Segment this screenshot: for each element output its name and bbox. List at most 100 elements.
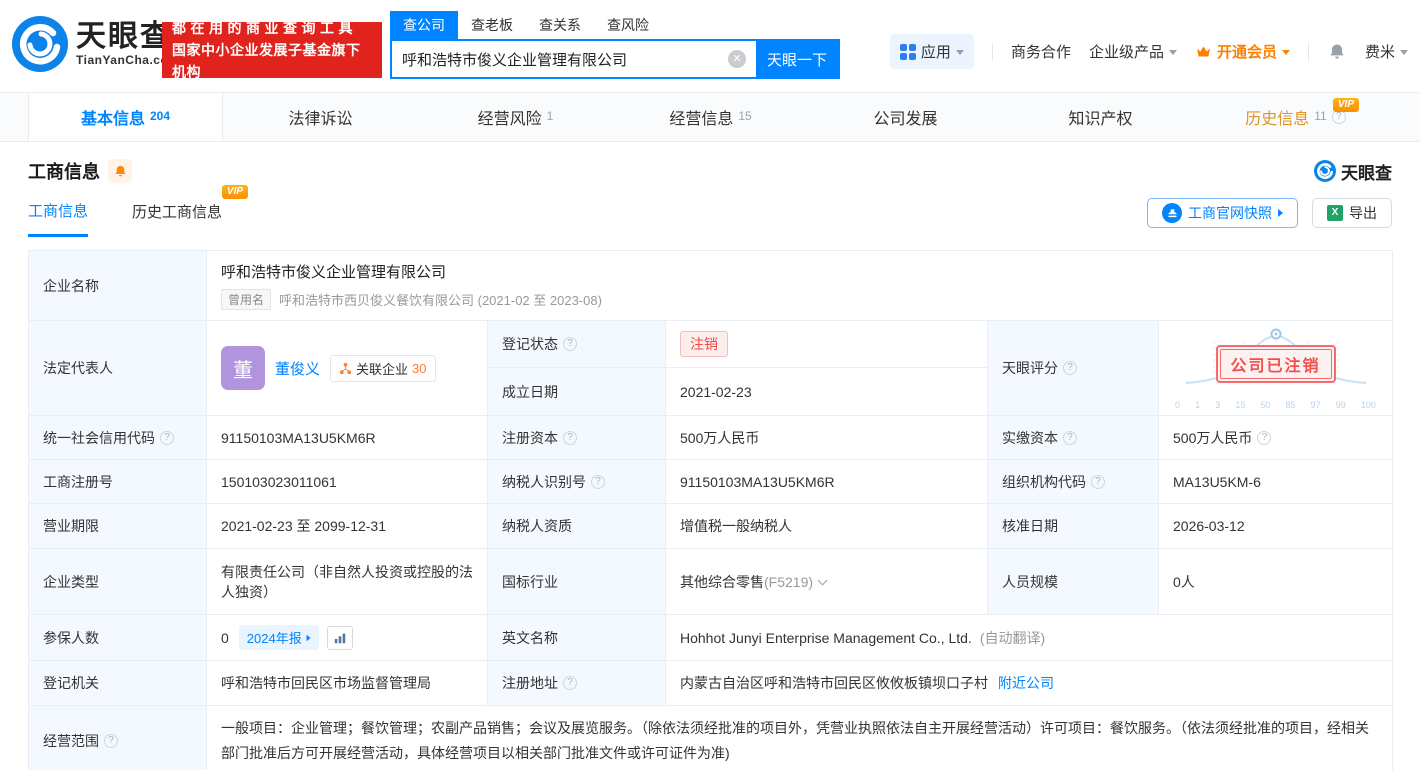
- field-label: 企业类型: [29, 549, 207, 614]
- auto-translate-note: (自动翻译): [979, 629, 1046, 646]
- related-companies-badge[interactable]: 关联企业 30: [330, 354, 436, 382]
- field-label: 纳税人识别号: [488, 460, 666, 503]
- insured-count: 0: [221, 629, 229, 646]
- field-label: 登记机关: [29, 661, 207, 705]
- trend-chart-button[interactable]: [326, 625, 353, 650]
- tab-basic-info[interactable]: 基本信息 204: [28, 93, 223, 141]
- staff-size-cell: 0人: [1173, 573, 1195, 590]
- field-label: 企业名称: [29, 251, 207, 320]
- help-icon[interactable]: [563, 430, 577, 445]
- chevron-down-icon: [1168, 50, 1177, 55]
- field-label: 登记状态: [488, 321, 666, 368]
- field-label: 统一社会信用代码: [29, 416, 207, 459]
- search-tab-boss[interactable]: 查老板: [458, 11, 526, 39]
- field-label: 核准日期: [988, 504, 1159, 548]
- apps-menu[interactable]: 应用: [889, 34, 974, 69]
- label-text: 天眼评分: [1002, 360, 1058, 376]
- open-vip-menu[interactable]: 开通会员: [1195, 41, 1290, 62]
- business-info-table: 企业名称 呼和浩特市俊义企业管理有限公司 曾用名 呼和浩特市西贝俊义餐饮有限公司…: [28, 250, 1393, 770]
- help-icon[interactable]: [1063, 430, 1077, 445]
- annual-report-badge[interactable]: 2024年报: [238, 625, 319, 650]
- bar-chart-icon: [334, 633, 345, 643]
- value-text: 500万人民币: [1173, 429, 1253, 446]
- score-cell: 01 3 15 50 85 97 99 100 公司已注销: [1159, 321, 1392, 415]
- divider: [1307, 42, 1309, 61]
- chevron-down-icon: [955, 50, 964, 55]
- english-name: Hohhot Junyi Enterprise Management Co., …: [680, 629, 972, 646]
- section-title: 工商信息: [28, 162, 100, 182]
- user-menu[interactable]: 费米: [1365, 41, 1408, 62]
- watermark-label: 天眼查: [1341, 163, 1392, 183]
- help-icon[interactable]: [563, 676, 577, 690]
- industry-code: (F5219): [764, 573, 814, 590]
- company-nav-tabs: 基本信息 204 法律诉讼 经营风险 1 经营信息 15 公司发展 知识产权 V…: [0, 92, 1420, 142]
- tab-intellectual-property[interactable]: 知识产权: [1003, 93, 1198, 141]
- help-icon[interactable]: [563, 337, 577, 351]
- search-tab-risk[interactable]: 查风险: [594, 11, 662, 39]
- field-label: 参保人数: [29, 615, 207, 660]
- former-name: 呼和浩特市西贝俊义餐饮有限公司 (2021-02 至 2023-08): [279, 293, 602, 308]
- tab-operation-info[interactable]: 经营信息 15: [613, 93, 808, 141]
- chevron-down-icon[interactable]: [817, 575, 828, 585]
- search-input[interactable]: [392, 41, 728, 77]
- vip-badge: VIP: [1332, 98, 1359, 112]
- field-label: 组织机构代码: [988, 460, 1159, 503]
- avatar[interactable]: 董: [221, 346, 265, 390]
- help-icon[interactable]: [104, 733, 118, 748]
- field-label: 国标行业: [488, 549, 666, 614]
- help-icon[interactable]: [1063, 361, 1077, 375]
- reg-authority-cell: 呼和浩特市回民区市场监督管理局: [207, 661, 488, 705]
- logo-swirl-icon: [12, 16, 68, 72]
- help-icon[interactable]: [1091, 474, 1105, 489]
- tab-legal-proceedings[interactable]: 法律诉讼: [223, 93, 418, 141]
- help-icon[interactable]: [591, 474, 605, 489]
- company-type-cell: 有限责任公司（非自然人投资或控股的法人独资）: [207, 549, 488, 614]
- search-submit-button[interactable]: 天眼一下: [756, 41, 838, 77]
- export-button[interactable]: X 导出: [1312, 198, 1392, 228]
- search-tab-company[interactable]: 查公司: [390, 11, 458, 39]
- monitor-bell-icon[interactable]: [108, 159, 132, 183]
- official-snapshot-button[interactable]: 工商官网快照: [1147, 198, 1298, 228]
- table-row: 统一社会信用代码 91150103MA13U5KM6R 注册资本 500万人民币…: [29, 416, 1392, 460]
- arrow-right-icon: [306, 634, 311, 641]
- cooperation-label: 商务合作: [1010, 44, 1071, 61]
- org-code-cell: MA13U5KM-6: [1173, 473, 1261, 490]
- subtab-business-info[interactable]: 工商信息: [28, 190, 89, 237]
- help-icon[interactable]: [160, 430, 174, 445]
- tab-company-development[interactable]: 公司发展: [808, 93, 1003, 141]
- table-row: 参保人数 0 2024年报 英文名称 Hohhot Junyi Enterpri…: [29, 615, 1392, 661]
- search-tab-relation[interactable]: 查关系: [526, 11, 594, 39]
- tab-history-info[interactable]: VIP 历史信息 11: [1198, 93, 1393, 141]
- table-row: 登记机关 呼和浩特市回民区市场监督管理局 注册地址 内蒙古自治区呼和浩特市回民区…: [29, 661, 1392, 706]
- reg-address-cell: 内蒙古自治区呼和浩特市回民区攸攸板镇坝口子村 附近公司: [666, 661, 1392, 705]
- subtab-history-business-info[interactable]: 历史工商信息 VIP: [132, 185, 249, 235]
- enterprise-products-label: 企业级产品: [1088, 44, 1164, 61]
- section-header: 工商信息 天眼查: [28, 155, 1392, 187]
- tab-count: 204: [149, 109, 171, 123]
- cooperation-menu[interactable]: 商务合作: [1011, 41, 1071, 62]
- field-label: 英文名称: [488, 615, 666, 660]
- clear-search-icon[interactable]: ✕: [728, 50, 746, 68]
- related-count: 30: [412, 360, 427, 376]
- legal-rep-cell: 董 董俊义 关联企业 30: [207, 321, 488, 415]
- legal-rep-link[interactable]: 董俊义: [275, 358, 320, 379]
- table-row: 经营范围 一般项目：企业管理；餐饮管理；农副产品销售；会议及展览服务。（除依法须…: [29, 706, 1392, 770]
- export-label: 导出: [1349, 205, 1377, 221]
- chevron-down-icon: [1400, 50, 1408, 55]
- status-badge: 注销: [680, 331, 728, 357]
- tianyancha-logo[interactable]: 天眼查 TianYanCha.com: [12, 16, 179, 72]
- promo-line1: 都在用的商业查询工具: [172, 20, 357, 36]
- notifications-bell-icon[interactable]: [1327, 42, 1347, 62]
- field-label: 成立日期: [488, 368, 666, 415]
- tab-label: 公司发展: [873, 111, 938, 128]
- enterprise-products-menu[interactable]: 企业级产品: [1089, 41, 1177, 62]
- score-axis-ticks: 01 3 15 50 85 97 99 100: [1175, 400, 1376, 410]
- nearby-companies-link[interactable]: 附近公司: [998, 673, 1054, 693]
- tab-operation-risk[interactable]: 经营风险 1: [418, 93, 613, 141]
- related-label: 关联企业: [356, 361, 409, 377]
- tab-label: 历史信息: [1245, 111, 1310, 128]
- help-icon[interactable]: [1331, 110, 1346, 124]
- help-icon[interactable]: [1257, 430, 1272, 445]
- table-row: 企业类型 有限责任公司（非自然人投资或控股的法人独资） 国标行业 其他综合零售 …: [29, 549, 1392, 615]
- english-name-cell: Hohhot Junyi Enterprise Management Co., …: [666, 615, 1392, 660]
